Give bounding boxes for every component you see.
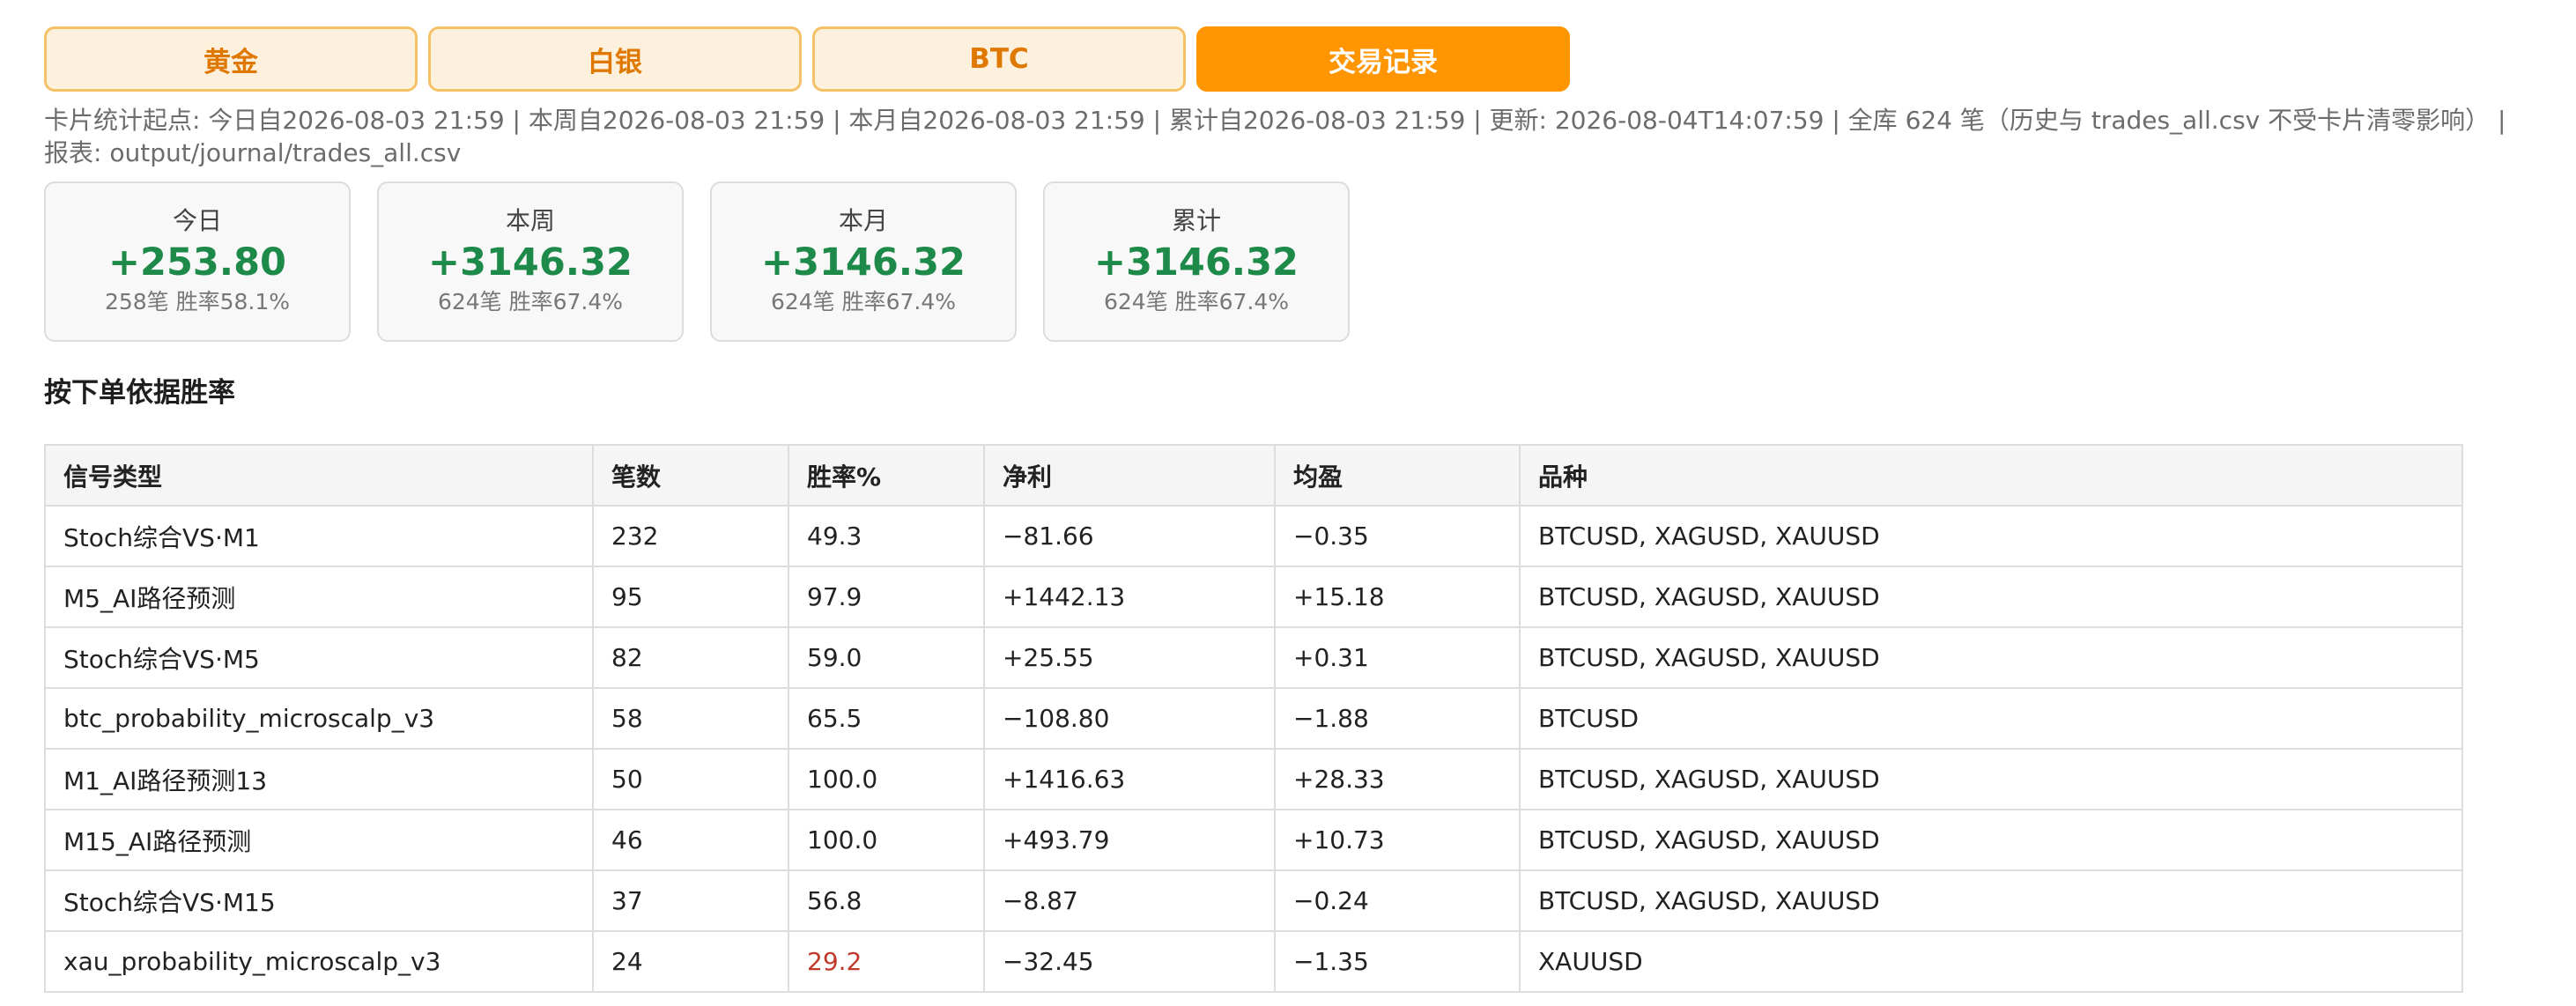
table-row: M15_AI路径预测 46 100.0 +493.79 +10.73 BTCUS… [44,809,2463,871]
cell-symbols: BTCUSD, XAGUSD, XAUUSD [1519,626,2463,689]
card-label: 累计 [1171,206,1221,235]
cell-count: 232 [592,505,789,567]
table-row: M1_AI路径预测13 50 100.0 +1416.63 +28.33 BTC… [44,748,2463,810]
cell-winrate: 65.5 [788,687,985,750]
stats-meta-text: 卡片统计起点: 今日自2026-08-03 21:59 | 本周自2026-08… [44,106,2506,167]
cell-winrate: 59.0 [788,626,985,689]
cell-winrate: 100.0 [788,748,985,810]
cell-count: 46 [592,809,789,871]
cell-symbols: BTCUSD, XAGUSD, XAUUSD [1519,748,2463,810]
cell-winrate: 100.0 [788,809,985,871]
card-today: 今日 +253.80 258笔 胜率58.1% [44,181,351,342]
card-sub: 258笔 胜率58.1% [104,289,291,314]
cell-avg-profit: −1.35 [1274,930,1521,993]
cell-avg-profit: −0.35 [1274,505,1521,567]
card-value: +3146.32 [428,240,633,285]
cell-signal-type: xau_probability_microscalp_v3 [44,930,594,993]
cell-net-profit: +1442.13 [983,566,1276,628]
cell-count: 37 [592,869,789,932]
cell-signal-type: btc_probability_microscalp_v3 [44,687,594,750]
header-symbols[interactable]: 品种 [1519,444,2463,507]
cell-winrate: 56.8 [788,869,985,932]
cell-winrate: 49.3 [788,505,985,567]
cell-count: 58 [592,687,789,750]
cell-symbols: XAUUSD [1519,930,2463,993]
signal-winrate-table: 信号类型 笔数 胜率% 净利 均盈 品种 Stoch综合VS·M1 232 49… [44,444,2463,993]
cell-signal-type: Stoch综合VS·M5 [44,626,594,689]
header-winrate[interactable]: 胜率% [788,444,985,507]
tab-btc[interactable]: BTC [812,26,1186,92]
table-header-row: 信号类型 笔数 胜率% 净利 均盈 品种 [44,444,2463,507]
cell-count: 95 [592,566,789,628]
cell-net-profit: +1416.63 [983,748,1276,810]
tab-silver[interactable]: 白银 [428,26,802,92]
cell-avg-profit: +0.31 [1274,626,1521,689]
header-signal-type[interactable]: 信号类型 [44,444,594,507]
cell-symbols: BTCUSD, XAGUSD, XAUUSD [1519,566,2463,628]
table-row: btc_probability_microscalp_v3 58 65.5 −1… [44,687,2463,750]
header-count[interactable]: 笔数 [592,444,789,507]
cell-net-profit: +25.55 [983,626,1276,689]
cell-avg-profit: −1.88 [1274,687,1521,750]
card-week: 本周 +3146.32 624笔 胜率67.4% [377,181,684,342]
card-value: +3146.32 [1094,240,1299,285]
table-row: M5_AI路径预测 95 97.9 +1442.13 +15.18 BTCUSD… [44,566,2463,628]
card-label: 本周 [505,206,555,235]
cell-avg-profit: +10.73 [1274,809,1521,871]
card-cumulative: 累计 +3146.32 624笔 胜率67.4% [1043,181,1350,342]
header-net-profit[interactable]: 净利 [983,444,1276,507]
cell-avg-profit: +28.33 [1274,748,1521,810]
cell-signal-type: Stoch综合VS·M1 [44,505,594,567]
cell-symbols: BTCUSD, XAGUSD, XAUUSD [1519,869,2463,932]
cell-net-profit: −108.80 [983,687,1276,750]
card-label: 今日 [172,206,222,235]
tab-gold[interactable]: 黄金 [44,26,418,92]
cell-net-profit: −8.87 [983,869,1276,932]
cell-net-profit: +493.79 [983,809,1276,871]
cell-symbols: BTCUSD, XAGUSD, XAUUSD [1519,809,2463,871]
table-row: Stoch综合VS·M1 232 49.3 −81.66 −0.35 BTCUS… [44,505,2463,567]
card-month: 本月 +3146.32 624笔 胜率67.4% [710,181,1017,342]
table-row: Stoch综合VS·M5 82 59.0 +25.55 +0.31 BTCUSD… [44,626,2463,689]
summary-cards: 今日 +253.80 258笔 胜率58.1% 本周 +3146.32 624笔… [44,181,1350,342]
cell-symbols: BTCUSD [1519,687,2463,750]
header-avg-profit[interactable]: 均盈 [1274,444,1521,507]
cell-signal-type: M15_AI路径预测 [44,809,594,871]
cell-signal-type: Stoch综合VS·M15 [44,869,594,932]
cell-winrate: 29.2 [788,930,985,993]
tab-trade-records[interactable]: 交易记录 [1196,26,1570,92]
cell-count: 24 [592,930,789,993]
cell-signal-type: M1_AI路径预测13 [44,748,594,810]
table-row: Stoch综合VS·M15 37 56.8 −8.87 −0.24 BTCUSD… [44,869,2463,932]
section-title: 按下单依据胜率 [44,377,235,409]
cell-count: 50 [592,748,789,810]
cell-count: 82 [592,626,789,689]
card-sub: 624笔 胜率67.4% [770,289,957,314]
cell-net-profit: −81.66 [983,505,1276,567]
cell-avg-profit: −0.24 [1274,869,1521,932]
card-sub: 624笔 胜率67.4% [437,289,624,314]
cell-avg-profit: +15.18 [1274,566,1521,628]
cell-signal-type: M5_AI路径预测 [44,566,594,628]
card-value: +3146.32 [761,240,966,285]
cell-symbols: BTCUSD, XAGUSD, XAUUSD [1519,505,2463,567]
tab-bar: 黄金 白银 BTC 交易记录 [44,26,1570,95]
cell-winrate: 97.9 [788,566,985,628]
card-label: 本月 [838,206,888,235]
table-row: xau_probability_microscalp_v3 24 29.2 −3… [44,930,2463,993]
card-sub: 624笔 胜率67.4% [1103,289,1290,314]
card-value: +253.80 [108,240,286,285]
cell-net-profit: −32.45 [983,930,1276,993]
trades-page: 黄金 白银 BTC 交易记录 卡片统计起点: 今日自2026-08-03 21:… [0,0,2576,1006]
